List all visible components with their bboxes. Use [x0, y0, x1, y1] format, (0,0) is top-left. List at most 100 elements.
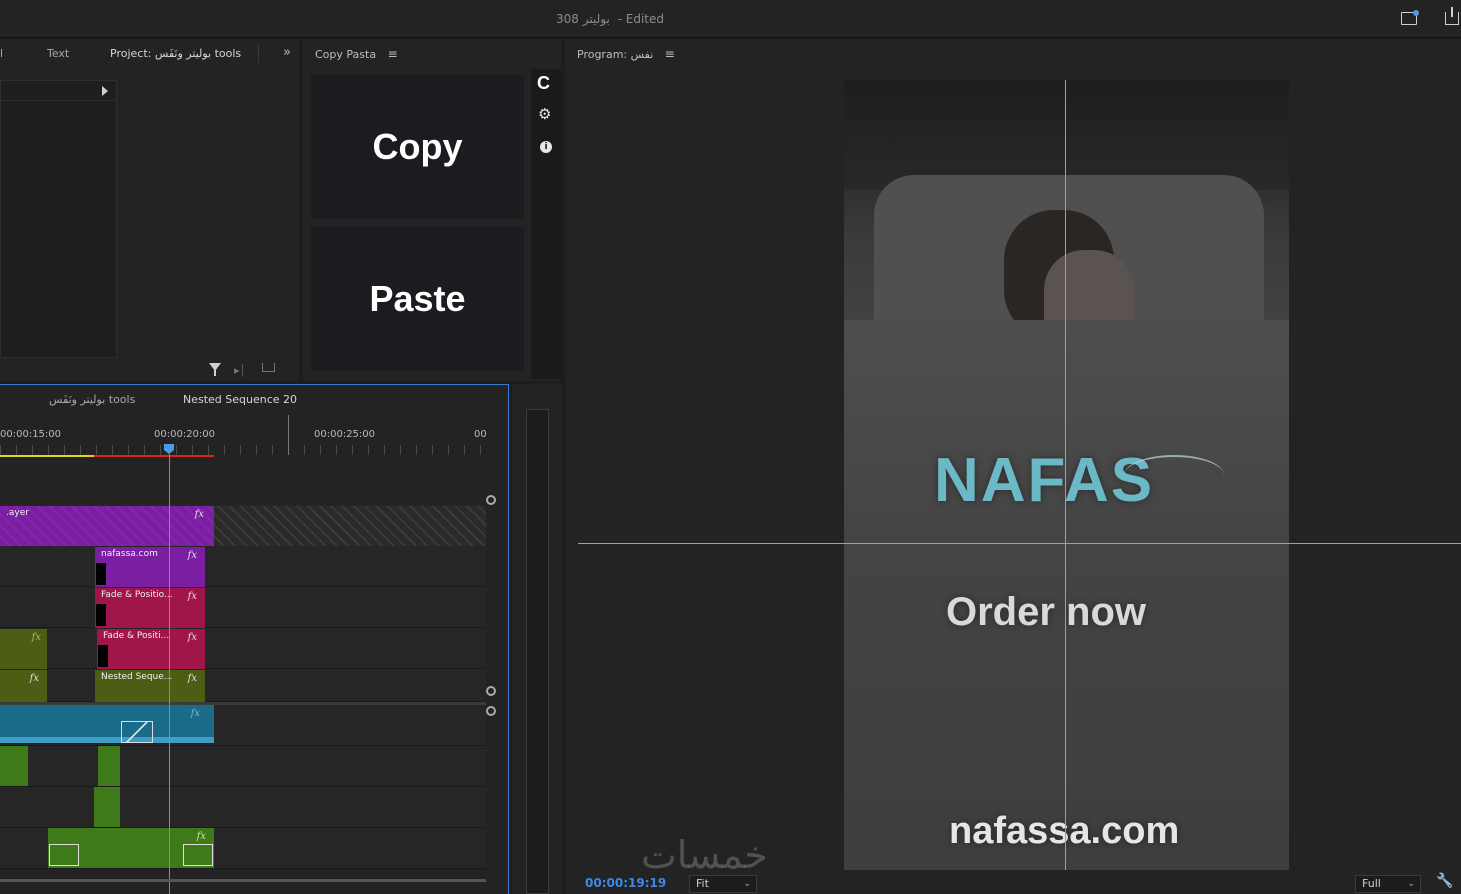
ruler-label-25: 00:00:25:00 [314, 429, 376, 440]
quality-dropdown-value: Full [1362, 877, 1381, 890]
fit-dropdown[interactable]: Fit ⌄ [689, 875, 757, 893]
track-scroll-knob[interactable] [486, 495, 496, 505]
clip-audio-green-1[interactable] [0, 746, 28, 786]
ruler-ticks[interactable] [0, 445, 486, 455]
clip-thumbnail [96, 604, 106, 626]
nafas-wave-icon [1124, 455, 1224, 495]
paste-button[interactable]: Paste [311, 227, 524, 370]
playhead-line[interactable] [169, 454, 170, 894]
timecode[interactable]: 00:00:19:19 [585, 876, 666, 890]
fit-dropdown-value: Fit [696, 877, 709, 890]
headboard-shadow [844, 80, 1289, 190]
copy-pasta-sidebar: C ⚙ i [531, 69, 561, 379]
program-monitor: Program: نفس ≡ NAFAS Order now nafassa.c… [565, 39, 1461, 894]
video-track-3[interactable] [0, 587, 486, 628]
watermark: خمسات [641, 833, 768, 877]
audio-track-3[interactable] [0, 787, 486, 828]
clip-audio-teal[interactable]: fx [0, 705, 214, 743]
export-icon[interactable] [262, 363, 275, 372]
copy-pasta-panel: Copy Pasta ≡ Copy Paste C ⚙ i [303, 39, 561, 381]
chevron-down-icon: ⌄ [743, 879, 751, 889]
tab-text[interactable]: Text [47, 39, 69, 69]
track-scroll-knob[interactable] [486, 686, 496, 696]
copy-button[interactable]: Copy [311, 75, 524, 218]
guide-horizontal[interactable] [578, 543, 1461, 544]
ruler-label-20: 00:00:20:00 [154, 429, 216, 440]
video-track-2[interactable] [0, 628, 486, 669]
video-frame[interactable]: NAFAS Order now nafassa.com [844, 80, 1289, 870]
track-scroll-knob[interactable] [486, 706, 496, 716]
info-icon[interactable]: i [540, 141, 552, 153]
timeline-h-scrollbar[interactable] [0, 879, 486, 882]
clip-label: Fade & Positio... [101, 590, 173, 600]
chevron-down-icon: ⌄ [1407, 879, 1415, 889]
nafas-logo: NAFAS [934, 446, 1155, 515]
window-title-status: - Edited [617, 12, 664, 26]
cta-text: Order now [946, 590, 1147, 634]
ruler-marker [288, 415, 289, 455]
fx-badge: fx [196, 831, 206, 842]
transition-box[interactable] [183, 844, 213, 866]
title-bar: بوليتر 308 - Edited [0, 0, 1461, 38]
clip-olive-left-2[interactable]: fx [0, 670, 47, 702]
tab-nested-sequence[interactable]: Nested Sequence 20 [183, 385, 297, 415]
clip-fade-position-2[interactable]: Fade & Positi... fx [97, 629, 205, 669]
fx-badge: fx [187, 673, 197, 684]
fx-badge: fx [190, 708, 200, 719]
fx-badge: fx [31, 632, 41, 643]
tab-partial[interactable]: l [0, 39, 3, 69]
audio-track-2[interactable] [0, 746, 486, 787]
wrench-icon[interactable]: 🔧 [1436, 873, 1453, 889]
share-icon[interactable] [1445, 7, 1459, 25]
clip-audio-green-2[interactable] [98, 746, 120, 786]
program-header: Program: نفس ≡ [577, 39, 675, 69]
c-logo-icon[interactable]: C [537, 73, 550, 94]
clip-hatched-tail [214, 506, 486, 546]
clip-thumbnail [96, 563, 106, 585]
hamburger-menu-icon[interactable]: ≡ [388, 39, 398, 69]
clip-thumbnail [98, 645, 108, 667]
clip-audio-green-3[interactable] [94, 787, 120, 827]
tab-sequence-tools[interactable]: بوليتر ونَفَس tools [49, 385, 135, 415]
transition-box[interactable] [121, 721, 153, 743]
double-chevron-right-icon[interactable]: » [283, 45, 291, 60]
clip-nafassa[interactable]: nafassa.com fx [95, 547, 205, 587]
clip-olive-left-1[interactable]: fx [0, 629, 47, 669]
gear-icon[interactable]: ⚙ [538, 105, 551, 123]
work-area-red [94, 455, 214, 457]
video-track-1[interactable] [0, 669, 486, 702]
bin-header-row[interactable] [1, 81, 116, 101]
clip-label: Fade & Positi... [103, 631, 170, 641]
fx-badge: fx [194, 509, 204, 520]
tab-project[interactable]: Project: بوليتر ونَفَس tools [110, 39, 241, 69]
automate-icon[interactable]: ▸⏐ [234, 364, 246, 378]
clip-label: .ayer [6, 508, 29, 518]
audio-meter-panel [512, 384, 562, 894]
audio-meter[interactable] [526, 409, 549, 894]
fx-badge: fx [29, 673, 39, 684]
clip-fade-position-1[interactable]: Fade & Positio... fx [95, 588, 205, 628]
clip-nested-sequence[interactable]: Nested Seque... fx [95, 670, 205, 702]
bin-list-area[interactable] [0, 80, 117, 358]
clip-adjustment-layer[interactable]: .ayer fx [0, 506, 214, 546]
copy-pasta-header: Copy Pasta ≡ [315, 39, 398, 69]
transition-box[interactable] [49, 844, 79, 866]
triangle-right-icon[interactable] [102, 86, 108, 96]
clip-label: nafassa.com [101, 549, 158, 559]
window-title-name: بوليتر 308 [556, 12, 610, 26]
ruler-label-15: 00:00:15:00 [0, 429, 62, 440]
fx-badge: fx [187, 632, 197, 643]
video-track-4[interactable] [0, 546, 486, 587]
fx-badge: fx [187, 591, 197, 602]
program-title: Program: نفس [577, 48, 654, 61]
guide-vertical[interactable] [1065, 80, 1066, 870]
workspace-icon[interactable] [1401, 10, 1419, 25]
work-area-yellow [0, 455, 94, 457]
filter-stem [214, 370, 216, 376]
hamburger-menu-icon[interactable]: ≡ [665, 39, 675, 69]
ruler-label-30: 00 [474, 429, 487, 440]
copy-pasta-title: Copy Pasta [315, 48, 377, 61]
clip-label: Nested Seque... [101, 672, 173, 682]
project-panel: l Text Project: بوليتر ونَفَس tools » ▸⏐ [0, 39, 299, 381]
quality-dropdown[interactable]: Full ⌄ [1355, 875, 1421, 893]
